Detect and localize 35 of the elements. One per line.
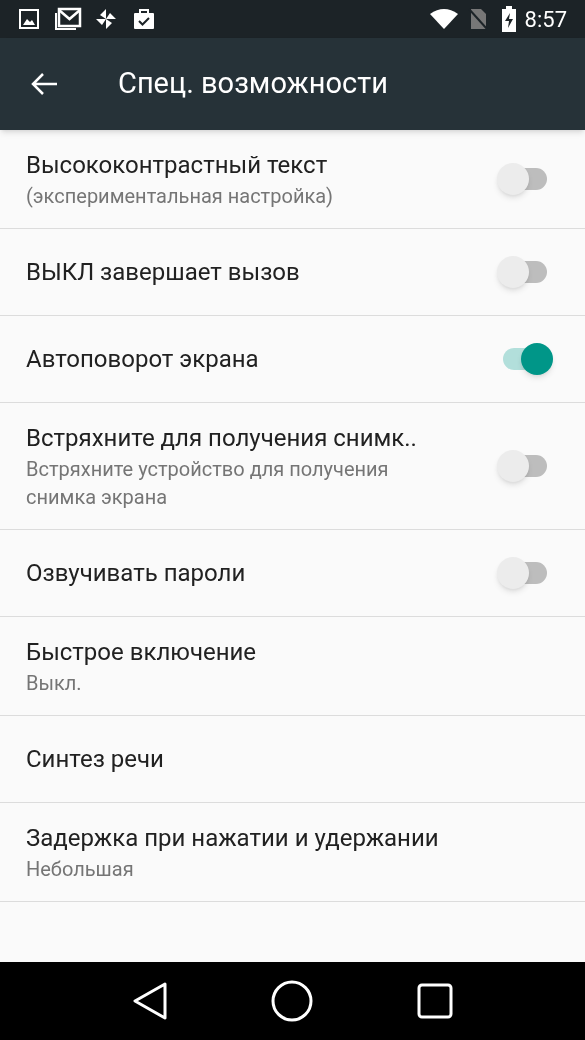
back-arrow-icon [31, 72, 59, 96]
recents-square-icon [417, 983, 454, 1019]
setting-item[interactable]: Озвучивать пароли [0, 530, 585, 617]
clock-time: 8:57 [524, 5, 567, 34]
setting-item[interactable]: Быстрое включение Выкл. [0, 617, 585, 716]
setting-title: Синтез речи [26, 744, 165, 775]
setting-item[interactable]: Задержка при нажатии и удержании Небольшая [0, 803, 585, 902]
setting-title: Высококонтрастный текст [26, 150, 329, 181]
setting-summary: Выкл. [26, 670, 83, 697]
setting-summary: Небольшая [26, 856, 135, 883]
setting-title: Озвучивать пароли [26, 558, 247, 589]
setting-title: Автоповорот экрана [26, 344, 260, 375]
setting-title: ВЫКЛ завершает вызов [26, 257, 301, 288]
setting-summary: (экспериментальная настройка) [26, 183, 335, 210]
setting-item[interactable]: ВЫКЛ завершает вызов [0, 229, 585, 316]
wifi-icon [428, 8, 459, 30]
setting-item[interactable]: Автоповорот экрана [0, 316, 585, 403]
battery-charging-icon [500, 6, 517, 32]
setting-item[interactable]: Высококонтрастный текст (экспериментальная настройка) [0, 130, 585, 229]
briefcase-check-icon [132, 7, 156, 31]
recents-button[interactable] [417, 983, 454, 1019]
setting-title: Встряхните для получения снимк.. [26, 423, 418, 454]
setting-title: Задержка при нажатии и удержании [26, 823, 440, 854]
setting-item[interactable]: Встряхните для получения снимк.. Встряхните устройство для получения снимка экрана [0, 403, 585, 530]
setting-summary: Встряхните устройство для получения снимка экрана [26, 456, 390, 511]
screen-title: Спец. возможности [118, 65, 388, 103]
setting-item[interactable]: Синтез речи [0, 716, 585, 803]
pinwheel-icon [94, 7, 118, 31]
back-triangle-icon [131, 981, 168, 1021]
mail-icon [54, 7, 82, 31]
gallery-icon [18, 8, 40, 30]
home-button[interactable] [271, 980, 314, 1022]
home-circle-icon [271, 980, 314, 1022]
back-button[interactable] [131, 981, 168, 1021]
setting-title: Быстрое включение [26, 637, 258, 668]
